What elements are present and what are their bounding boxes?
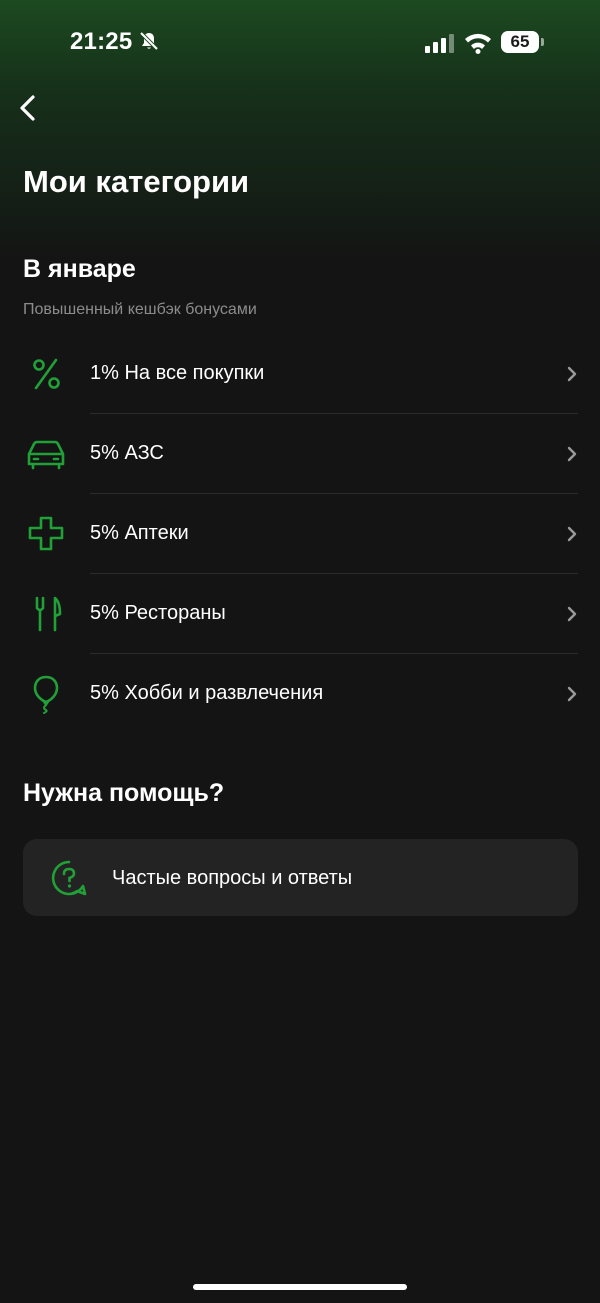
pharmacy-cross-icon — [28, 516, 64, 551]
balloon-icon — [33, 675, 59, 714]
category-row-gas-stations[interactable]: 5% АЗС — [0, 414, 600, 494]
battery-indicator: 65 — [501, 31, 539, 53]
home-indicator[interactable] — [193, 1284, 407, 1290]
faq-button[interactable]: Частые вопросы и ответы — [23, 839, 578, 916]
faq-label: Частые вопросы и ответы — [112, 867, 353, 889]
chevron-right-icon — [567, 686, 577, 702]
car-icon — [27, 440, 65, 470]
wifi-icon — [465, 33, 491, 54]
fork-knife-icon — [35, 596, 62, 632]
back-button[interactable] — [12, 88, 48, 128]
bell-muted-icon — [139, 31, 159, 51]
page-title: Мои категории — [23, 164, 250, 199]
status-bar: 21:25 65 — [0, 0, 600, 88]
chevron-right-icon — [567, 366, 577, 382]
category-row-restaurants[interactable]: 5% Рестораны — [0, 574, 600, 654]
cellular-signal-icon — [425, 34, 454, 53]
chevron-right-icon — [567, 446, 577, 462]
section-subtitle: Повышенный кешбэк бонусами — [23, 301, 257, 318]
category-row-all-purchases[interactable]: 1% На все покупки — [0, 334, 600, 414]
category-label: 5% Рестораны — [90, 602, 226, 624]
category-label: 5% АЗС — [90, 442, 164, 464]
category-row-pharmacies[interactable]: 5% Аптеки — [0, 494, 600, 574]
question-chat-icon — [51, 860, 87, 896]
category-row-hobbies[interactable]: 5% Хобби и развлечения — [0, 654, 600, 734]
section-title-help: Нужна помощь? — [23, 779, 225, 807]
percent-icon — [33, 358, 60, 390]
category-list: 1% На все покупки 5% АЗС 5% Аптеки 5% Ре… — [0, 334, 600, 734]
category-label: 5% Хобби и развлечения — [90, 682, 324, 704]
category-label: 1% На все покупки — [90, 362, 265, 384]
chevron-right-icon — [567, 526, 577, 542]
section-title-january: В январе — [23, 255, 136, 283]
chevron-right-icon — [567, 606, 577, 622]
status-time: 21:25 — [70, 28, 133, 55]
battery-tip — [541, 38, 544, 46]
category-label: 5% Аптеки — [90, 522, 189, 544]
